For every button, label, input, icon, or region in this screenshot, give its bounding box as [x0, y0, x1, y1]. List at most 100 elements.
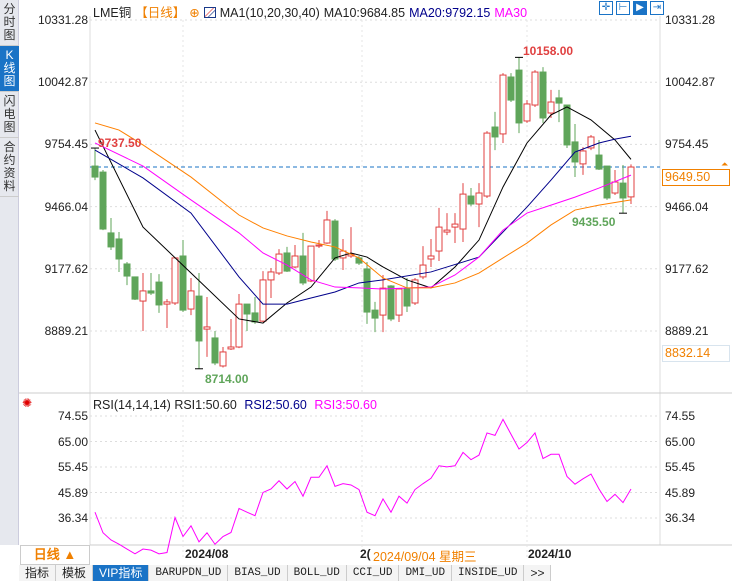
candle-up: [163, 301, 171, 305]
candle-up: [227, 346, 235, 350]
price-tick: 9466.04: [44, 200, 88, 214]
candle-up: [275, 253, 283, 274]
tab-dmi[interactable]: DMI_UD: [399, 565, 453, 581]
candle-down: [467, 195, 475, 205]
rsi-tick: 45.89: [665, 486, 696, 500]
settings-sun-icon[interactable]: ✺: [22, 396, 32, 410]
tab-indicators[interactable]: 指标: [19, 565, 57, 581]
candle-up: [451, 223, 459, 228]
tab-inside[interactable]: INSIDE_UD: [452, 565, 525, 581]
price-tick: 8889.21: [665, 324, 709, 338]
candle-up: [171, 257, 179, 304]
candle-down: [515, 69, 523, 124]
recent-low-annotation: 9435.50: [572, 215, 616, 229]
candle-up: [443, 229, 451, 233]
candle-down: [195, 295, 203, 342]
candle-down: [619, 182, 627, 199]
price-tick: 8889.21: [44, 324, 88, 338]
candle-up: [459, 193, 467, 230]
candle-up: [435, 226, 443, 252]
candle-up: [483, 132, 491, 197]
lower-price-label: 8832.14: [662, 345, 730, 362]
period-toggle-button[interactable]: 日线 ▲: [20, 545, 90, 565]
candle-up: [203, 326, 211, 330]
tab-vip-indicators[interactable]: VIP指标: [93, 565, 150, 581]
price-tick: 9754.45: [44, 137, 88, 151]
candle-up: [219, 351, 227, 367]
candle-up: [523, 103, 531, 122]
tab-bias[interactable]: BIAS_UD: [228, 565, 288, 581]
candle-down: [179, 255, 187, 311]
price-tick: 10331.28: [665, 13, 716, 27]
candle-down: [555, 97, 563, 104]
date-tick: 2024/08: [185, 547, 229, 561]
candle-up: [307, 245, 315, 282]
candle-up: [187, 290, 195, 310]
candle-down: [363, 268, 371, 313]
rsi1-value: RSI1:50.60: [174, 398, 237, 412]
candle-up: [395, 288, 403, 316]
crosshair-date-label: 2024/09/04 星期三: [371, 546, 479, 565]
price-tick: 10042.87: [665, 75, 716, 89]
candle-down: [91, 165, 99, 178]
candle-up: [315, 244, 323, 247]
candle-down: [211, 337, 219, 364]
price-tick: 10042.87: [37, 75, 88, 89]
candle-up: [611, 181, 619, 194]
candle-up: [579, 150, 587, 165]
candle-down: [243, 303, 251, 315]
scroll-up-icon[interactable]: ⏶: [721, 159, 728, 170]
indicator-tab-bar: 指标 模板 VIP指标 BARUPDN_UD BIAS_UD BOLL_UD C…: [19, 565, 552, 581]
date-tick: 2024/10: [528, 547, 572, 561]
candle-down: [355, 257, 363, 264]
candle-down: [331, 220, 339, 260]
candle-up: [379, 287, 387, 316]
candle-down: [491, 126, 499, 138]
candle-down: [99, 171, 107, 230]
tab-boll[interactable]: BOLL_UD: [287, 565, 347, 581]
tab-cci[interactable]: CCI_UD: [346, 565, 400, 581]
rsi2-value: RSI2:50.60: [244, 398, 307, 412]
rsi-tick: 36.34: [57, 511, 88, 525]
candle-down: [147, 290, 155, 294]
price-tick: 9177.62: [665, 262, 709, 276]
more-tabs-button[interactable]: >>: [524, 565, 552, 581]
candle-up: [475, 192, 483, 205]
rsi-tick: 36.34: [665, 511, 696, 525]
candle-down: [403, 288, 411, 307]
candle-down: [387, 285, 395, 320]
candle-up: [139, 290, 147, 302]
candle-up: [627, 166, 635, 198]
candle-down: [603, 165, 611, 199]
left-high-annotation: 9737.50: [98, 136, 142, 150]
candle-down: [251, 312, 259, 323]
rsi-tick: 45.89: [57, 486, 88, 500]
candle-up: [531, 71, 539, 106]
tab-barupdn[interactable]: BARUPDN_UD: [149, 565, 229, 581]
candle-up: [323, 219, 331, 244]
price-tick: 9466.04: [665, 200, 709, 214]
candle-down: [155, 281, 163, 306]
candle-down: [283, 252, 291, 272]
candle-down: [563, 104, 571, 146]
price-tick: 9754.45: [665, 137, 709, 151]
kline-chart[interactable]: [0, 0, 732, 581]
candle-down: [507, 76, 515, 101]
price-tick: 9177.62: [44, 262, 88, 276]
candle-up: [291, 255, 299, 268]
low-annotation: 8714.00: [205, 372, 249, 386]
candle-down: [539, 71, 547, 119]
tab-templates[interactable]: 模板: [56, 565, 94, 581]
candle-up: [235, 303, 243, 348]
current-price-label: 9649.50: [662, 169, 730, 186]
price-tick: 10331.28: [37, 13, 88, 27]
rsi-tick: 55.45: [57, 460, 88, 474]
candle-up: [259, 279, 267, 322]
rsi-tick: 74.55: [57, 409, 88, 423]
candle-down: [595, 154, 603, 170]
rsi-tick: 65.00: [665, 435, 696, 449]
rsi-title: RSI(14,14,14): [93, 398, 171, 412]
candle-up: [547, 101, 555, 114]
date-tick: 2(: [360, 547, 371, 561]
candle-up: [267, 271, 275, 281]
